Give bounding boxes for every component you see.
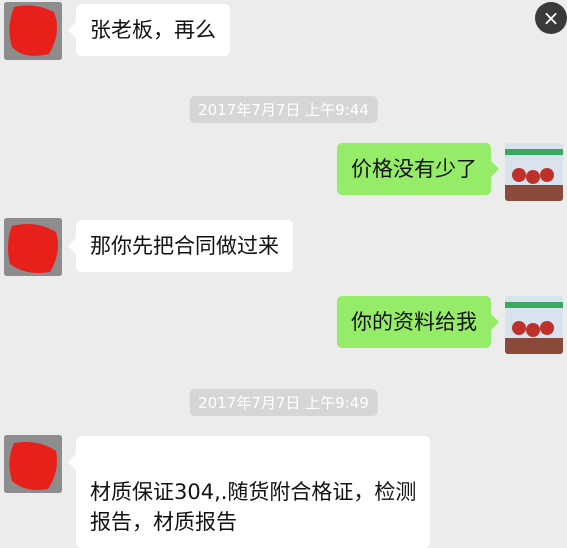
friend-avatar[interactable] [4,218,62,276]
close-button[interactable]: × [535,2,567,34]
message-text: 张老板，再么 [90,18,216,42]
message-text: 价格没有少了 [351,157,477,181]
close-icon: × [542,6,560,30]
message-bubble[interactable]: 价格没有少了 [337,143,499,195]
my-avatar[interactable] [505,143,563,201]
avatar-photo [505,296,563,354]
message-bubble[interactable]: 那你先把合同做过来 [68,220,293,272]
message-bubble[interactable]: 你的资料给我 [337,296,499,348]
redaction-mark [4,218,62,276]
message-text: 那你先把合同做过来 [90,234,279,258]
redaction-mark [4,435,62,493]
timestamp: 2017年7月7日 上午9:44 [189,96,378,123]
friend-avatar[interactable] [4,2,62,60]
message-bubble[interactable]: 材质保证304,.随货附合格证，检测 报告，材质报告 [67,436,431,548]
timestamp: 2017年7月7日 上午9:49 [189,389,378,416]
message-text: 材质保证304,.随货附合格证，检测 报告，材质报告 [90,480,417,534]
redaction-mark [4,2,62,60]
my-avatar[interactable] [505,296,563,354]
avatar-photo [505,143,563,201]
friend-avatar[interactable] [4,435,62,493]
message-text: 你的资料给我 [351,310,477,334]
message-bubble[interactable]: 张老板，再么 [68,4,230,56]
